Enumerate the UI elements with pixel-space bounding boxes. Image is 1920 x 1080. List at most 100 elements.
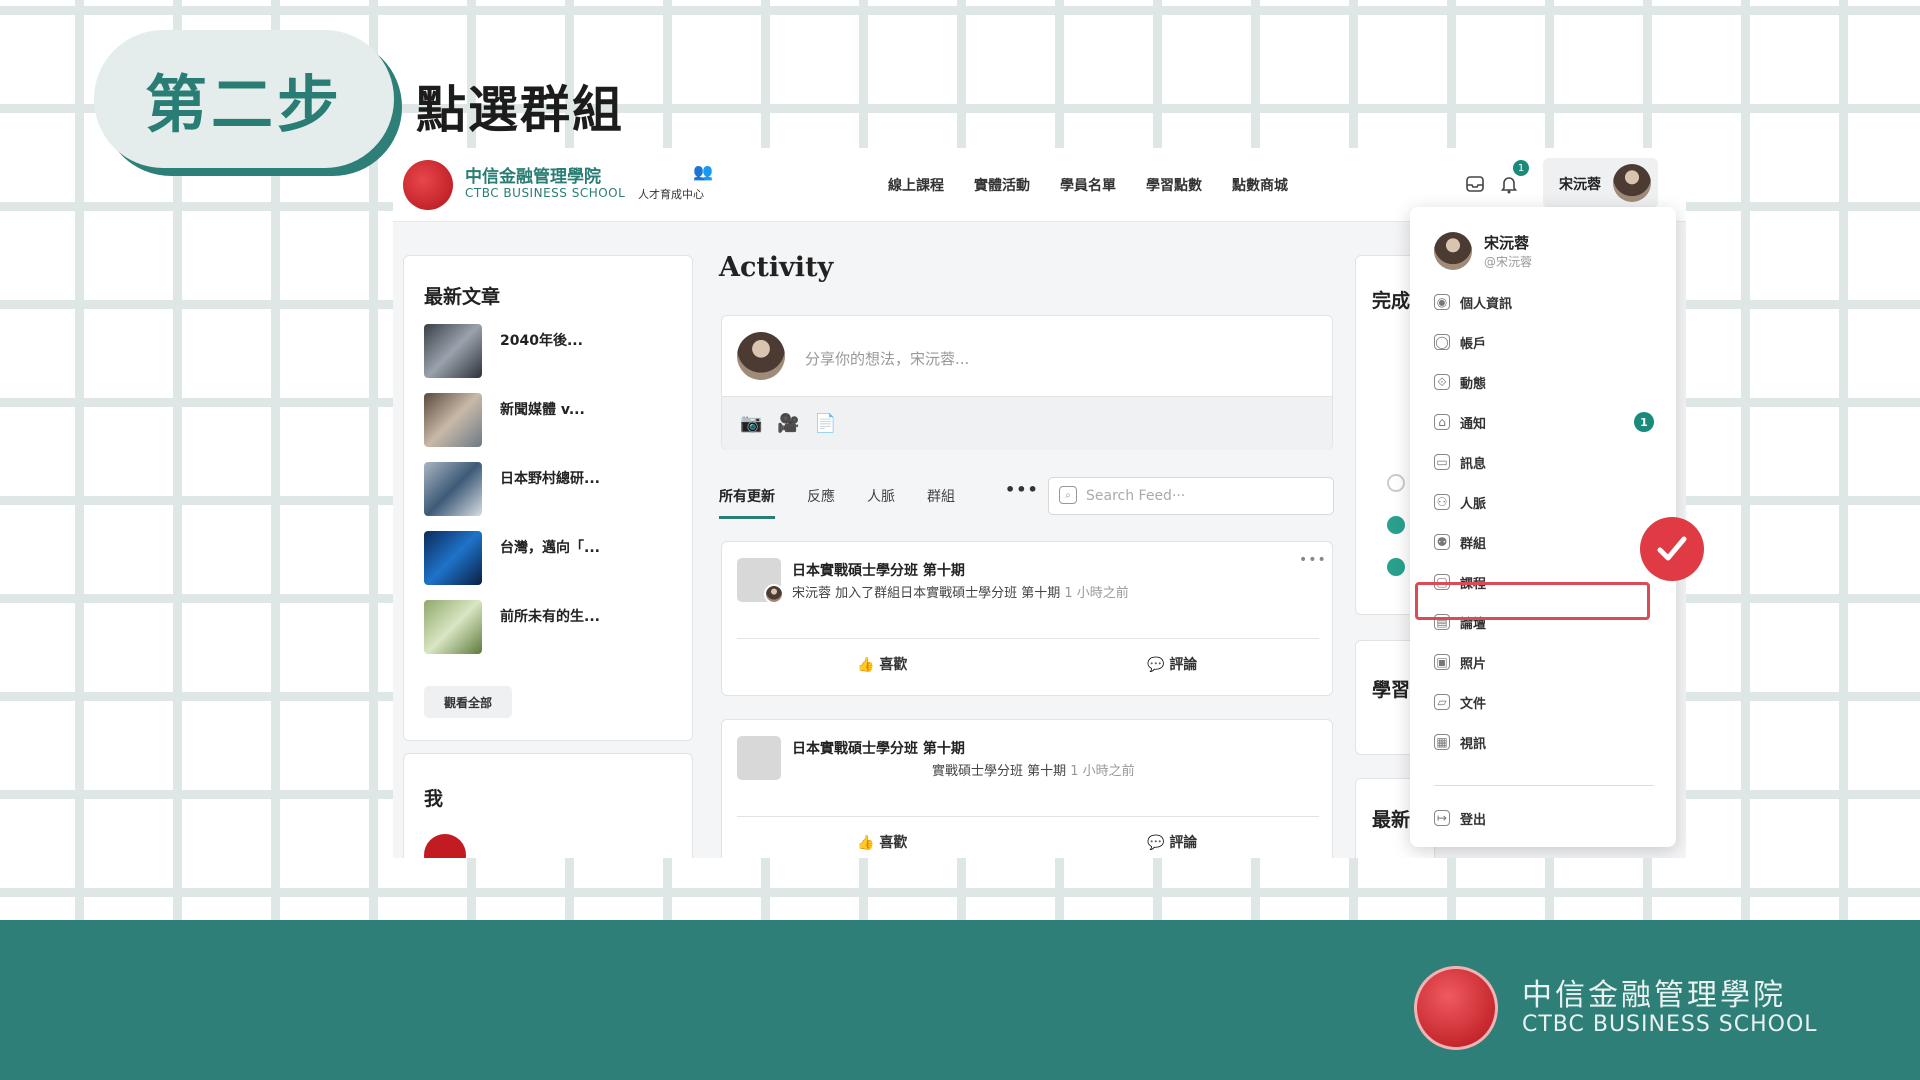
menu-item-profile[interactable]: ◉ 個人資訊 xyxy=(1434,287,1654,317)
article-title[interactable]: 日本野村總研... xyxy=(500,468,600,488)
logo-subtitle: CTBC BUSINESS SCHOOL xyxy=(465,186,626,200)
nav-events[interactable]: 實體活動 xyxy=(974,175,1030,195)
school-logo-icon[interactable] xyxy=(403,160,453,210)
nav-online-courses[interactable]: 線上課程 xyxy=(888,175,944,195)
post-composer[interactable]: 分享你的想法，宋沅蓉... 📷 🎥 📄 xyxy=(721,315,1333,450)
people-icon: 👥 xyxy=(693,162,713,181)
menu-item-logout[interactable]: ↦ 登出 xyxy=(1434,803,1654,833)
article-thumbnail xyxy=(424,324,482,378)
connections-icon: ⚇ xyxy=(1434,494,1450,510)
menu-item-connections[interactable]: ⚇ 人脈 xyxy=(1434,487,1654,517)
card-heading-partial: 完成 xyxy=(1372,290,1411,312)
article-thumbnail xyxy=(424,393,482,447)
tab-all-updates[interactable]: 所有更新 xyxy=(719,486,775,519)
profile-icon: ◉ xyxy=(1434,294,1450,310)
activity-icon: ⟐ xyxy=(1434,374,1450,390)
feed-item: 日本實戰碩士學分班 第十期 實戰碩士學分班 第十期 1 小時之前 👍 喜歡 💬 … xyxy=(721,719,1333,858)
user-name: 宋沅蓉 xyxy=(1559,177,1601,193)
document-icon: ▱ xyxy=(1434,694,1450,710)
group-avatar[interactable] xyxy=(737,736,781,780)
tabs-more-button[interactable]: ••• xyxy=(1005,480,1039,499)
card-heading-partial: 學習 xyxy=(1372,679,1411,701)
menu-item-videos[interactable]: ▦ 視訊 xyxy=(1434,727,1654,757)
main-nav: 線上課程 實體活動 學員名單 學習點數 點數商城 xyxy=(888,175,1288,195)
nav-members[interactable]: 學員名單 xyxy=(1060,175,1116,195)
user-menu-toggle[interactable]: 宋沅蓉 xyxy=(1543,158,1658,208)
dropdown-user-name: 宋沅蓉 xyxy=(1484,234,1530,252)
tab-connections[interactable]: 人脈 xyxy=(867,486,895,519)
divider xyxy=(1434,785,1654,786)
article-title[interactable]: 2040年後... xyxy=(500,330,583,350)
progress-dot xyxy=(1387,474,1405,492)
footer-school-name-en: CTBC BUSINESS SCHOOL xyxy=(1522,1012,1818,1037)
menu-item-account[interactable]: ◯ 帳戶 xyxy=(1434,327,1654,357)
feed-group-title[interactable]: 日本實戰碩士學分班 第十期 xyxy=(792,738,965,758)
like-button[interactable]: 👍 喜歡 xyxy=(857,832,907,852)
dropdown-user-handle: @宋沅蓉 xyxy=(1484,255,1533,269)
composer-placeholder[interactable]: 分享你的想法，宋沅蓉... xyxy=(805,348,969,369)
bell-icon: ⌂ xyxy=(1434,414,1450,430)
search-feed-input[interactable]: ⌕ Search Feed··· xyxy=(1048,477,1334,515)
card-heading-partial: 我 xyxy=(424,788,444,810)
step-label: 第二步 xyxy=(144,68,343,141)
step-badge: 第二步 xyxy=(94,30,394,168)
article-item[interactable]: 新聞媒體 v... xyxy=(424,393,684,449)
menu-item-documents[interactable]: ▱ 文件 xyxy=(1434,687,1654,717)
feed-item-text: 宋沅蓉 加入了群組日本實戰碩士學分班 第十期 1 小時之前 xyxy=(792,586,1129,601)
nav-shop[interactable]: 點數商城 xyxy=(1232,175,1288,195)
article-item[interactable]: 日本野村總研... xyxy=(424,462,684,518)
latest-articles-card: 最新文章 2040年後... 新聞媒體 v... 日本野村總研... 台灣，邁向… xyxy=(403,255,693,741)
article-title[interactable]: 台灣，邁向「... xyxy=(500,537,600,557)
search-icon: ⌕ xyxy=(1059,486,1077,504)
search-placeholder: Search Feed··· xyxy=(1086,488,1186,504)
second-left-card: 我 xyxy=(403,753,693,858)
check-icon xyxy=(1387,558,1405,576)
tab-groups[interactable]: 群組 xyxy=(927,486,955,519)
article-thumbnail xyxy=(424,462,482,516)
camera-icon[interactable]: 📷 xyxy=(740,413,762,434)
view-all-button[interactable]: 觀看全部 xyxy=(424,686,512,718)
article-title[interactable]: 新聞媒體 v... xyxy=(500,399,585,419)
website-screenshot: 中信金融管理學院 CTBC BUSINESS SCHOOL 人才育成中心 👥 線… xyxy=(393,148,1686,858)
composer-toolbar: 📷 🎥 📄 xyxy=(722,396,1332,450)
inbox-icon: ▭ xyxy=(1434,454,1450,470)
avatar xyxy=(1434,232,1472,270)
tab-reactions[interactable]: 反應 xyxy=(807,486,835,519)
article-thumbnail xyxy=(424,600,482,654)
article-item[interactable]: 2040年後... xyxy=(424,324,684,380)
comment-button[interactable]: 💬 評論 xyxy=(1147,832,1197,852)
menu-item-messages[interactable]: ▭ 訊息 xyxy=(1434,447,1654,477)
feed-item: 日本實戰碩士學分班 第十期 宋沅蓉 加入了群組日本實戰碩士學分班 第十期 1 小… xyxy=(721,541,1333,696)
logo-title[interactable]: 中信金融管理學院 xyxy=(465,162,601,187)
video-icon[interactable]: 🎥 xyxy=(777,413,799,434)
groups-highlight xyxy=(1415,582,1650,620)
feed-options-icon[interactable]: ••• xyxy=(1299,552,1327,568)
card-heading-partial: 最新 xyxy=(1372,809,1411,831)
step-title: 點選群組 xyxy=(416,81,624,139)
menu-item-notifications[interactable]: ⌂ 通知 1 xyxy=(1434,407,1654,437)
nav-points[interactable]: 學習點數 xyxy=(1146,175,1202,195)
article-thumbnail xyxy=(424,531,482,585)
comment-button[interactable]: 💬 評論 xyxy=(1147,654,1197,674)
feed-group-title[interactable]: 日本實戰碩士學分班 第十期 xyxy=(792,560,965,580)
menu-item-photos[interactable]: ▣ 照片 xyxy=(1434,647,1654,677)
notification-badge: 1 xyxy=(1513,160,1529,176)
feed-tabs: 所有更新 反應 人脈 群組 xyxy=(719,486,955,519)
menu-item-groups[interactable]: ⚉ 群組 xyxy=(1434,527,1654,557)
avatar xyxy=(764,584,784,604)
article-title[interactable]: 前所未有的生... xyxy=(500,606,600,626)
document-icon[interactable]: 📄 xyxy=(814,413,836,434)
inbox-icon[interactable] xyxy=(1461,170,1489,198)
footer-banner: 中信金融管理學院 CTBC BUSINESS SCHOOL xyxy=(0,920,1920,1080)
groups-icon: ⚉ xyxy=(1434,534,1450,550)
notification-count-badge: 1 xyxy=(1634,412,1654,432)
article-item[interactable]: 前所未有的生... xyxy=(424,600,684,656)
school-logo-icon xyxy=(1414,966,1498,1050)
account-icon: ◯ xyxy=(1434,334,1450,350)
check-icon xyxy=(1387,516,1405,534)
page-title: Activity xyxy=(719,252,834,283)
school-logo-icon xyxy=(424,834,466,858)
menu-item-activity[interactable]: ⟐ 動態 xyxy=(1434,367,1654,397)
article-item[interactable]: 台灣，邁向「... xyxy=(424,531,684,587)
like-button[interactable]: 👍 喜歡 xyxy=(857,654,907,674)
